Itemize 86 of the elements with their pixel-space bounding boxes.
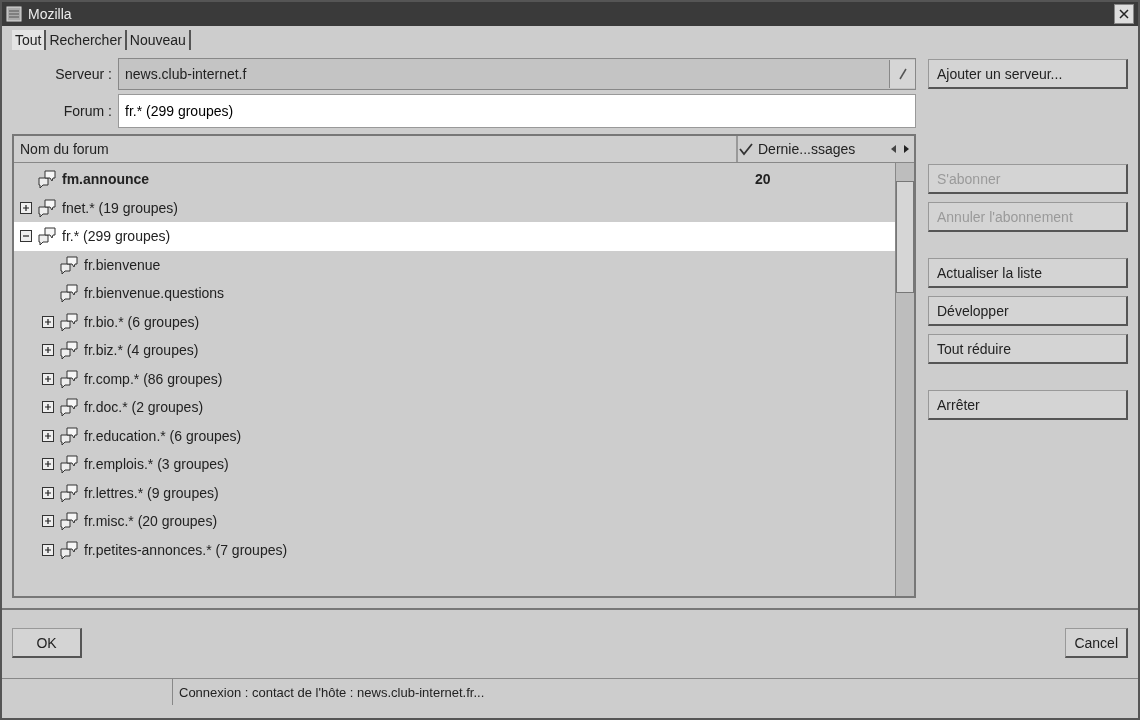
forum-row[interactable]: fr.bienvenue [14,250,895,279]
plus-icon [43,544,53,555]
cancel-button[interactable]: Cancel [1065,628,1128,658]
status-text: Connexion : contact de l'hôte : news.club-internet.fr... [178,684,485,700]
forum-name: fr.education.* (6 groupes) [84,427,242,444]
forum-row[interactable]: fm.announce 20 [14,165,895,194]
chat-bubbles-icon [58,340,80,361]
forum-name: fr.bienvenue [84,256,161,273]
forum-row[interactable]: fr.education.* (6 groupes) [14,421,895,450]
chat-bubbles-icon [58,425,80,446]
plus-icon [21,202,31,213]
action-button[interactable]: Actualiser la liste [928,258,1128,288]
forum-name: fr.lettres.* (9 groupes) [84,484,219,501]
plus-icon [43,487,53,498]
action-button[interactable]: Développer [928,296,1128,326]
collapse-toggle[interactable] [20,230,32,243]
plus-icon [43,316,53,327]
column-header[interactable]: Dernie...ssages [758,141,856,157]
expand-toggle[interactable] [42,401,54,414]
ok-button[interactable]: OK [12,628,82,658]
field-label: Forum : [62,103,113,119]
plus-icon [43,516,53,527]
forum-row[interactable]: fr.lettres.* (9 groupes) [14,478,895,507]
chat-bubbles-icon [58,254,80,275]
forum-name: fr.misc.* (20 groupes) [84,513,218,530]
action-button[interactable]: Arrêter [928,390,1128,420]
chat-bubbles-icon [36,226,58,247]
expand-toggle[interactable] [42,458,54,471]
chat-bubbles-icon [58,454,80,475]
slash-icon [897,68,908,80]
plus-icon [43,459,53,470]
tab[interactable]: Tout [12,30,47,50]
expand-toggle[interactable] [42,486,54,499]
forum-row[interactable]: fr.misc.* (20 groupes) [14,507,895,536]
forum-row[interactable]: fr.emplois.* (3 groupes) [14,450,895,479]
forum-name: fr.doc.* (2 groupes) [84,399,204,416]
forum-field[interactable]: fr.* (299 groupes) [118,94,916,128]
window-title: Mozilla [28,6,73,22]
add-server-button[interactable]: Ajouter un serveur... [928,59,1128,89]
forum-name: fr.petites-annonces.* (7 groupes) [84,541,288,558]
forum-row[interactable]: fr.bio.* (6 groupes) [14,307,895,336]
forum-name: fr.bienvenue.questions [84,285,225,302]
expand-toggle[interactable] [42,543,54,556]
scrollbar[interactable] [895,163,914,596]
chat-bubbles-icon [58,283,80,304]
chat-bubbles-icon [36,169,58,190]
close-icon [1119,9,1129,19]
forum-name: fr.* (299 groupes) [62,228,171,245]
forum-row[interactable]: fr.petites-annonces.* (7 groupes) [14,535,895,564]
expand-toggle[interactable] [42,429,54,442]
plus-icon [43,345,53,356]
scroll-left-icon[interactable] [890,144,898,154]
forum-row[interactable]: fr.comp.* (86 groupes) [14,364,895,393]
expand-toggle[interactable] [42,344,54,357]
expand-toggle[interactable] [42,515,54,528]
forum-name: fr.emplois.* (3 groupes) [84,456,229,473]
field-label: Serveur : [54,66,113,82]
forum-row[interactable]: fr.doc.* (2 groupes) [14,393,895,422]
forum-row[interactable]: fnet.* (19 groupes) [14,193,895,222]
chat-bubbles-icon [58,482,80,503]
forum-name: fr.biz.* (4 groupes) [84,342,199,359]
forum-row[interactable]: fr.biz.* (4 groupes) [14,336,895,365]
chat-bubbles-icon [58,368,80,389]
scroll-right-icon[interactable] [902,144,910,154]
chat-bubbles-icon [58,539,80,560]
forum-name: fm.announce [62,171,150,188]
chat-bubbles-icon [58,397,80,418]
chat-bubbles-icon [36,197,58,218]
close-button[interactable] [1114,4,1134,24]
dropdown-button[interactable] [889,60,915,88]
server-dropdown[interactable]: news.club-internet.f [118,58,916,90]
plus-icon [43,430,53,441]
message-count: 20 [755,171,772,188]
expand-toggle[interactable] [20,201,32,214]
chat-bubbles-icon [58,311,80,332]
forum-name: fnet.* (19 groupes) [62,199,178,216]
expand-toggle[interactable] [42,315,54,328]
plus-icon [43,373,53,384]
expand-toggle[interactable] [42,372,54,385]
action-button[interactable]: Tout réduire [928,334,1128,364]
forum-row[interactable]: fr.bienvenue.questions [14,279,895,308]
forum-name: fr.comp.* (86 groupes) [84,370,223,387]
forum-row[interactable]: fr.* (299 groupes) [14,222,895,251]
plus-icon [43,402,53,413]
forum-name: fr.bio.* (6 groupes) [84,313,200,330]
chat-bubbles-icon [58,511,80,532]
